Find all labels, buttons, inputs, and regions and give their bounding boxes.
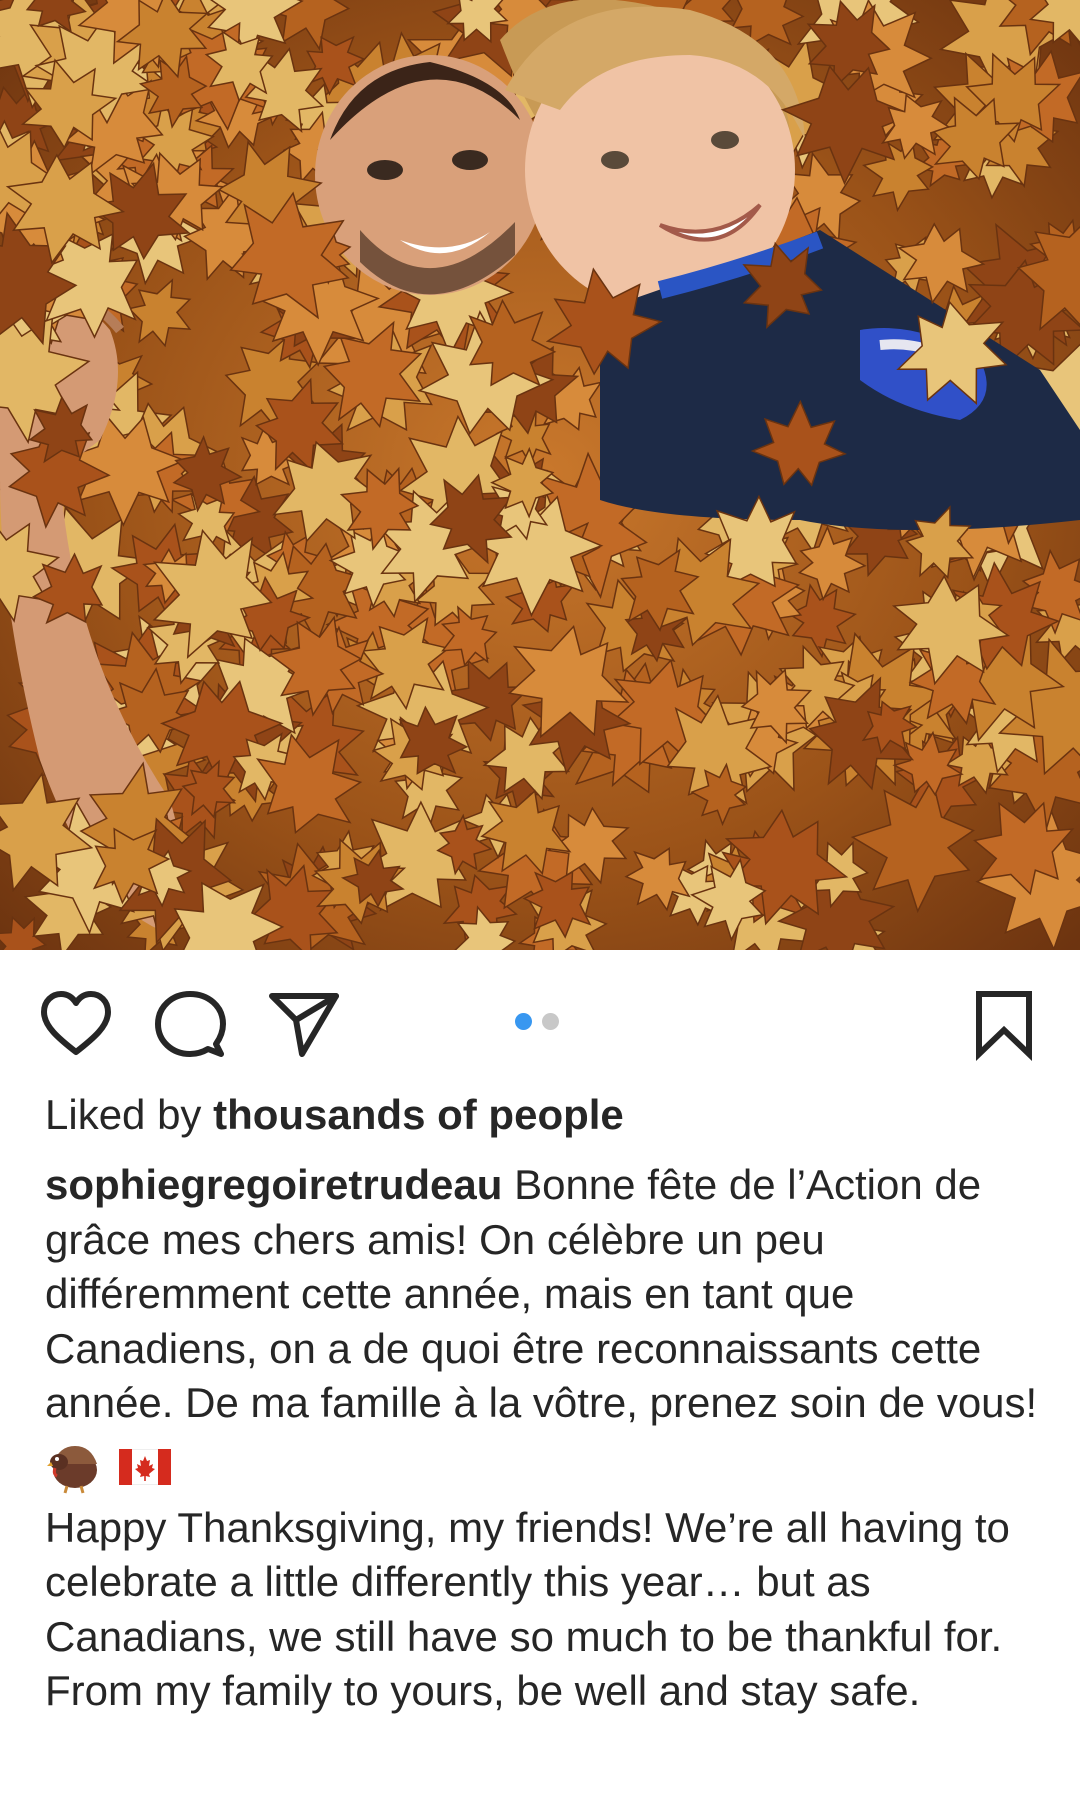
caption-french: sophiegregoiretrudeau Bonne fête de l’Ac… xyxy=(45,1158,1045,1431)
bookmark-icon[interactable] xyxy=(966,986,1042,1062)
likes-line[interactable]: Liked by thousands of people xyxy=(45,1088,1045,1148)
autumn-leaves-photo xyxy=(0,0,1080,950)
turkey-icon xyxy=(45,1440,103,1494)
emoji-row xyxy=(45,1437,1045,1497)
paper-plane-icon[interactable] xyxy=(266,986,342,1062)
carousel-dot xyxy=(515,1012,532,1030)
canada-flag-icon xyxy=(119,1448,171,1485)
post-action-bar xyxy=(0,950,1080,1090)
username-link[interactable]: sophiegregoiretrudeau xyxy=(45,1161,502,1208)
likes-prefix: Liked by xyxy=(45,1091,214,1138)
likes-count[interactable]: thousands of people xyxy=(213,1091,624,1138)
heart-icon[interactable] xyxy=(38,986,114,1062)
comment-bubble-icon[interactable] xyxy=(152,986,228,1062)
caption-english: Happy Thanksgiving, my friends! We’re al… xyxy=(45,1503,1010,1715)
carousel-indicator xyxy=(515,1012,559,1030)
post-photo[interactable] xyxy=(0,0,1080,950)
carousel-dot xyxy=(542,1012,559,1030)
post-text-area: Liked by thousands of people sophiegrego… xyxy=(45,1088,1045,1719)
